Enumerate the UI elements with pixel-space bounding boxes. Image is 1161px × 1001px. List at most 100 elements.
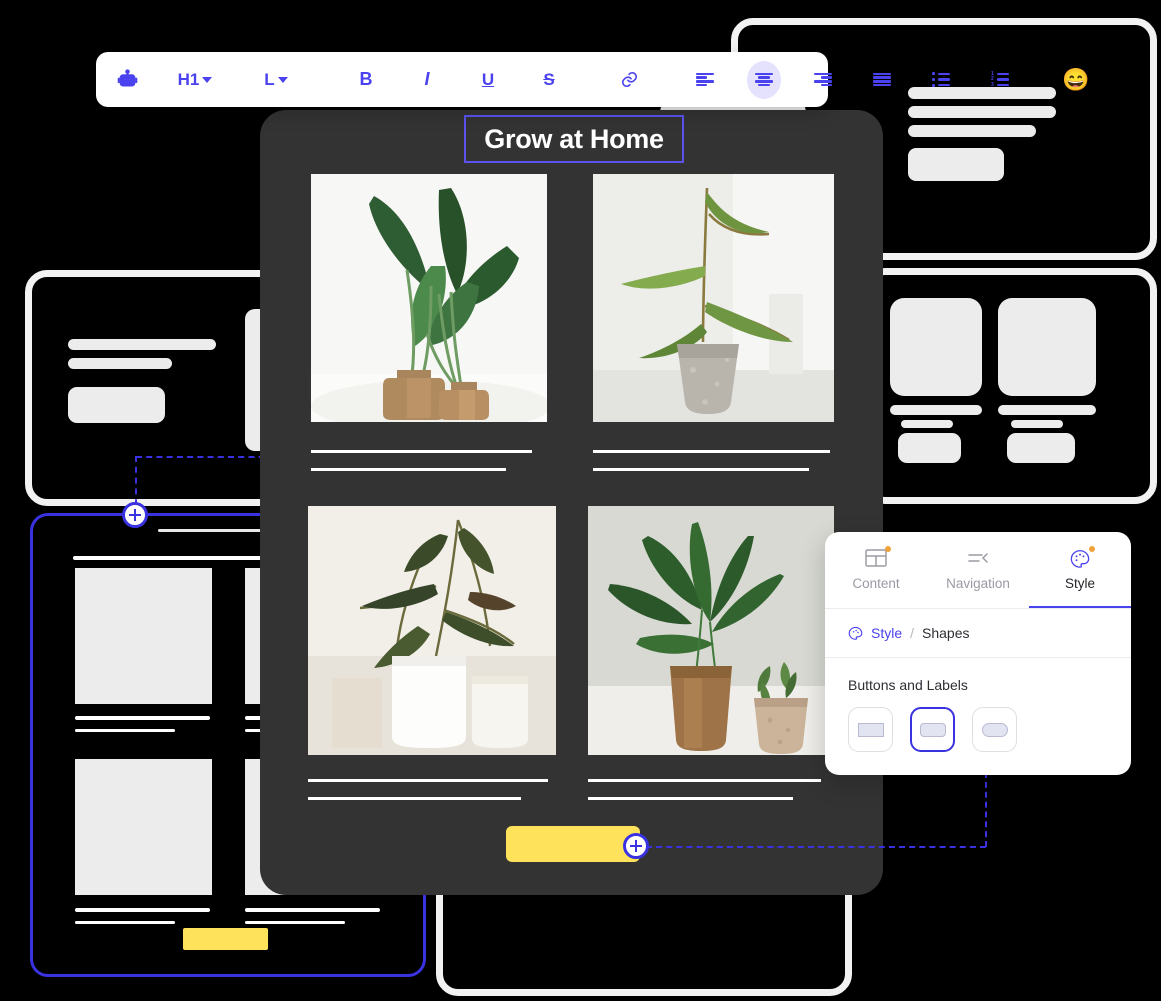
- shape-pill-option[interactable]: [972, 707, 1017, 752]
- tab-content-label: Content: [852, 576, 900, 591]
- breadcrumb-separator: /: [910, 625, 915, 641]
- tab-navigation[interactable]: Navigation: [927, 532, 1029, 608]
- two-card-wireframe-panel: [863, 268, 1157, 504]
- align-justify-button[interactable]: [865, 61, 899, 99]
- plant-photo-2[interactable]: [593, 174, 834, 422]
- text-size-select[interactable]: L: [249, 61, 303, 99]
- heading-selection-box[interactable]: Grow at Home: [464, 115, 684, 163]
- wireframe-text-line: [75, 908, 210, 912]
- caption-line: [311, 468, 506, 471]
- screenshot-stage: Grow at Home H1 L B I U S 1 2 3 😄 Conten…: [0, 0, 1161, 1001]
- wireframe-text-line: [75, 716, 210, 720]
- bulleted-list-icon: [932, 72, 950, 87]
- tab-underline: [1029, 605, 1131, 608]
- caption-line: [308, 797, 521, 800]
- caption-line: [308, 779, 548, 782]
- wireframe-button: [68, 387, 165, 423]
- add-element-node[interactable]: [122, 502, 148, 528]
- align-left-button[interactable]: [688, 61, 722, 99]
- layout-grid-icon: [865, 546, 891, 567]
- wireframe-button: [908, 148, 1004, 181]
- connector-line: [985, 772, 987, 847]
- emoji-button[interactable]: 😄: [1059, 61, 1093, 99]
- wireframe-button: [898, 433, 961, 463]
- underline-button[interactable]: U: [471, 61, 505, 99]
- wireframe-text-line: [1011, 420, 1063, 428]
- underline-icon: U: [481, 69, 495, 89]
- link-button[interactable]: [612, 61, 646, 99]
- align-left-icon: [696, 72, 714, 87]
- shape-rounded-option[interactable]: [910, 707, 955, 752]
- chevron-down-icon: [277, 76, 288, 83]
- bold-icon: B: [359, 69, 373, 89]
- align-right-button[interactable]: [806, 61, 840, 99]
- wireframe-image: [890, 298, 982, 396]
- wireframe-text-line: [908, 106, 1056, 118]
- text-formatting-toolbar[interactable]: H1 L B I U S 1 2 3 😄: [96, 52, 1090, 107]
- wireframe-text-line: [901, 420, 953, 428]
- wireframe-text-line: [245, 908, 380, 912]
- text-size-value: L: [264, 69, 275, 89]
- strikethrough-button[interactable]: S: [532, 61, 566, 99]
- bulleted-list-button[interactable]: [924, 61, 958, 99]
- palette-icon: [1069, 546, 1095, 568]
- square-shape-preview: [857, 722, 884, 737]
- breadcrumb: Style / Shapes: [825, 609, 1131, 658]
- wireframe-text-line: [68, 339, 216, 350]
- wireframe-image: [998, 298, 1096, 396]
- align-right-icon: [814, 72, 832, 87]
- wireframe-cta-button[interactable]: [183, 928, 268, 950]
- bold-button[interactable]: B: [349, 61, 383, 99]
- link-icon: [621, 72, 637, 87]
- notification-badge: [885, 546, 891, 552]
- pill-shape-preview: [981, 722, 1008, 737]
- italic-button[interactable]: I: [410, 61, 444, 99]
- caption-line: [593, 450, 830, 453]
- grinning-face-emoji-icon: 😄: [1062, 66, 1090, 92]
- numbered-list-icon: 1 2 3: [991, 71, 1009, 88]
- wireframe-text-line: [908, 125, 1036, 137]
- tab-style-label: Style: [1064, 576, 1095, 591]
- align-justify-icon: [873, 72, 891, 87]
- page-title: Grow at Home: [484, 123, 664, 154]
- panel-tabs: Content Navigation Style: [825, 532, 1131, 608]
- caption-line: [311, 450, 532, 453]
- chevron-down-icon: [202, 76, 213, 83]
- heading-level-select[interactable]: H1: [168, 61, 222, 99]
- rounded-shape-preview: [919, 722, 946, 737]
- shape-square-option[interactable]: [848, 707, 893, 752]
- caption-line: [588, 779, 821, 782]
- caption-line: [593, 468, 809, 471]
- align-center-button[interactable]: [747, 60, 781, 99]
- heading-level-value: H1: [177, 69, 200, 89]
- add-element-node[interactable]: [623, 833, 649, 859]
- connector-line: [646, 846, 986, 848]
- collapse-menu-icon: [967, 549, 989, 567]
- section-title: Buttons and Labels: [848, 677, 968, 693]
- robot-icon[interactable]: [110, 61, 144, 99]
- cta-button[interactable]: [506, 826, 640, 862]
- wireframe-text-line: [75, 921, 175, 924]
- strikethrough-icon: S: [543, 69, 555, 89]
- notification-badge: [1089, 546, 1095, 552]
- wireframe-text-line: [158, 529, 268, 532]
- wireframe-button: [1007, 433, 1075, 463]
- page-canvas[interactable]: Grow at Home: [260, 110, 883, 895]
- palette-icon: [848, 626, 863, 640]
- tab-navigation-label: Navigation: [946, 576, 1010, 591]
- align-center-icon: [755, 72, 773, 87]
- breadcrumb-root[interactable]: Style: [871, 625, 902, 641]
- plant-photo-3[interactable]: [308, 506, 556, 755]
- caption-line: [588, 797, 793, 800]
- shape-options: [848, 707, 1108, 752]
- tab-style[interactable]: Style: [1029, 532, 1131, 608]
- wireframe-text-line: [998, 405, 1096, 415]
- numbered-list-button[interactable]: 1 2 3: [983, 61, 1017, 99]
- wireframe-text-line: [890, 405, 982, 415]
- plant-photo-4[interactable]: [588, 506, 834, 755]
- style-settings-panel[interactable]: Content Navigation Style Style / Shapes …: [825, 532, 1131, 775]
- wireframe-text-line: [68, 358, 172, 369]
- shapes-section: Buttons and Labels: [825, 658, 1131, 752]
- plant-photo-1[interactable]: [311, 174, 547, 422]
- tab-content[interactable]: Content: [825, 532, 927, 608]
